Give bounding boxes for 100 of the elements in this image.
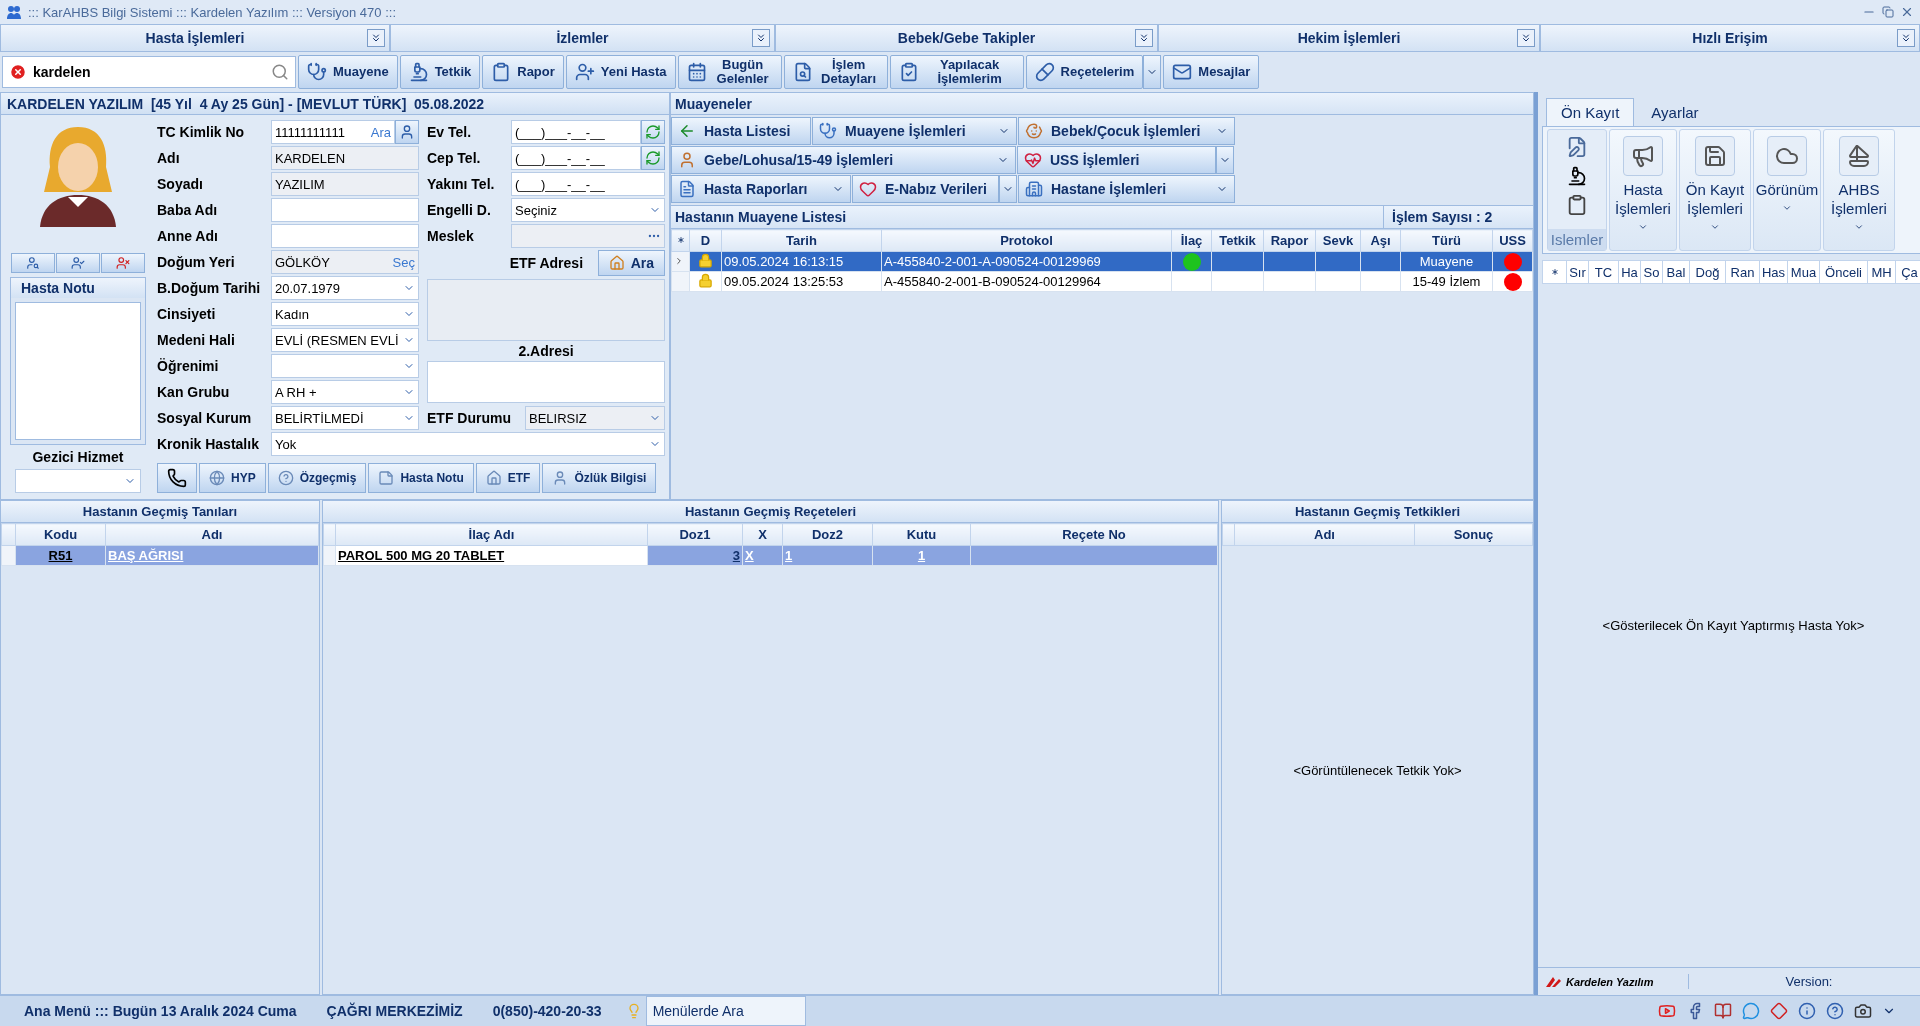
dropdown-arrow-button[interactable]	[1143, 55, 1162, 89]
restore-icon[interactable]	[1882, 6, 1894, 18]
menu-search-field[interactable]: Menülerde Ara	[645, 996, 806, 1026]
menu-header[interactable]: Hasta İşlemleri	[0, 24, 390, 52]
panel-button[interactable]: HYP	[199, 463, 266, 493]
dropdown-field[interactable]	[271, 354, 419, 378]
action-button[interactable]: USS İşlemleri	[1017, 146, 1216, 174]
dropdown-field[interactable]	[15, 469, 141, 493]
dropdown-button[interactable]: Muayene İşlemleri	[812, 117, 1017, 145]
dropdown-button[interactable]: Hastane İşlemleri	[1018, 175, 1235, 203]
dropdown-button[interactable]: Bebek/Çocuk İşlemleri	[1018, 117, 1235, 145]
expand-button[interactable]	[367, 29, 385, 47]
patient-card-button[interactable]	[395, 120, 419, 144]
search-field[interactable]: kardelen	[2, 56, 296, 88]
dropdown-field[interactable]: EVLİ (RESMEN EVLİ	[271, 328, 419, 352]
toolbar-button[interactable]: Bugün Gelenler	[677, 55, 782, 89]
dropdown-field[interactable]: A RH +	[271, 380, 419, 404]
toolbar-button[interactable]: İşlem Detayları	[783, 55, 888, 89]
ribbon-button[interactable]: AHBS İşlemleri	[1823, 129, 1895, 251]
panel-button[interactable]: ETF	[475, 463, 541, 493]
toolbar-button[interactable]: Mesajlar	[1163, 55, 1260, 89]
ribbon-button[interactable]: Görünüm	[1753, 129, 1821, 251]
toolbar-button[interactable]: Reçetelerim	[1025, 55, 1144, 89]
id-number-field[interactable]: 11111111111 Ara	[271, 120, 395, 144]
toolbar-button[interactable]: Muayene	[298, 55, 398, 89]
menu-header[interactable]: Bebek/Gebe Takipler	[775, 24, 1158, 52]
youtube-icon[interactable]	[1658, 1002, 1676, 1020]
sailboat-icon	[1847, 144, 1871, 168]
dropdown-arrow-button[interactable]	[999, 175, 1017, 203]
dropdown-field[interactable]: Kadın	[271, 302, 419, 326]
table-row[interactable]: 09.05.2024 13:25:53 A-455840-2-001-B-090524-00129964 15-49 İzlem	[671, 271, 1533, 292]
user-search-button[interactable]	[11, 253, 55, 273]
clipboard-icon[interactable]	[1566, 194, 1588, 216]
dropdown-button[interactable]: Hasta Raporları	[671, 175, 851, 203]
field-label: Engelli D.	[427, 202, 492, 218]
dropdown-button[interactable]: Gebe/Lohusa/15-49 İşlemleri	[671, 146, 1016, 174]
toolbar-button[interactable]: Rapor	[482, 55, 564, 89]
menu-header[interactable]: İzlemler	[390, 24, 775, 52]
toolbar-button[interactable]: Yapılacak İşlemlerim	[889, 55, 1024, 89]
dropdown-field[interactable]: BELIRSIZ	[525, 406, 665, 430]
phone-search-button[interactable]	[157, 463, 197, 493]
panel-button[interactable]: Hasta Notu	[368, 463, 474, 493]
toolbar-button[interactable]: Tetkik	[399, 55, 481, 89]
readonly-field[interactable]: YAZILIM	[271, 172, 419, 196]
edit-document-icon[interactable]	[1566, 136, 1588, 158]
panel-button[interactable]: Özgeçmiş	[267, 463, 367, 493]
book-icon[interactable]	[1714, 1002, 1732, 1020]
menu-header[interactable]: Hızlı Erişim	[1540, 24, 1920, 52]
user-remove-button[interactable]	[101, 253, 145, 273]
expand-button[interactable]	[752, 29, 770, 47]
action-button[interactable]: E-Nabız Verileri	[852, 175, 999, 203]
address-field[interactable]	[427, 279, 665, 341]
column-header: Doğ	[1690, 261, 1726, 283]
table-row[interactable]: R51 BAŞ AĞRISI	[1, 545, 319, 566]
panel-button[interactable]: Özlük Bilgisi	[542, 463, 657, 493]
text-field[interactable]	[271, 224, 419, 248]
tab[interactable]: Ön Kayıt	[1546, 98, 1635, 126]
report-icon	[678, 180, 696, 198]
readonly-field[interactable]: KARDELEN	[271, 146, 419, 170]
expand-button[interactable]	[1897, 29, 1915, 47]
table-row[interactable]: 09.05.2024 16:13:15 A-455840-2-001-A-090524-00129969 Muayene	[671, 251, 1533, 272]
readonly-field[interactable]: GÖLKÖY Seç	[271, 250, 419, 274]
phone-field[interactable]: (___)___-__-__	[511, 120, 641, 144]
text-field[interactable]	[271, 198, 419, 222]
new-row-icon	[675, 235, 686, 245]
field-label: Sosyal Kurum	[157, 410, 253, 426]
menu-header[interactable]: Hekim İşlemleri	[1158, 24, 1540, 52]
table-cell: 09.05.2024 16:13:15	[721, 251, 882, 272]
table-row[interactable]: PAROL 500 MG 20 TABLET 3 X 1 1	[323, 545, 1218, 566]
phone-field[interactable]: (___)___-__-__	[511, 172, 665, 196]
chat-icon[interactable]	[1742, 1002, 1760, 1020]
address-field[interactable]	[427, 361, 665, 403]
refresh-button[interactable]	[641, 146, 665, 170]
action-button[interactable]: Hasta Listesi	[671, 117, 811, 145]
expand-button[interactable]	[1517, 29, 1535, 47]
microscope-icon[interactable]	[1567, 166, 1587, 186]
help-icon[interactable]	[1826, 1002, 1844, 1020]
search-address-button[interactable]: Ara	[597, 250, 665, 276]
refresh-button[interactable]	[641, 120, 665, 144]
diamond-icon[interactable]	[1770, 1002, 1788, 1020]
ribbon-button[interactable]: Ön Kayıt İşlemleri	[1679, 129, 1751, 251]
phone-field[interactable]: (___)___-__-__	[511, 146, 641, 170]
info-icon[interactable]	[1798, 1002, 1816, 1020]
note-field[interactable]	[15, 302, 141, 440]
stethoscope-icon	[819, 122, 837, 140]
ribbon-button[interactable]: Hasta İşlemleri	[1609, 129, 1677, 251]
dropdown-field[interactable]: 20.07.1979	[271, 276, 419, 300]
dropdown-field[interactable]: BELİRTİLMEDİ	[271, 406, 419, 430]
dropdown-arrow-button[interactable]	[1216, 146, 1234, 174]
dropdown-field[interactable]: Yok	[271, 432, 665, 456]
select-link[interactable]: Seç	[392, 254, 415, 270]
picker-field[interactable]	[511, 224, 665, 248]
expand-button[interactable]	[1135, 29, 1153, 47]
dropdown-field[interactable]: Seçiniz	[511, 198, 665, 222]
search-link[interactable]: Ara	[370, 124, 391, 140]
user-check-button[interactable]	[56, 253, 100, 273]
close-icon[interactable]	[1900, 5, 1914, 19]
toolbar-button[interactable]: Yeni Hasta	[565, 55, 676, 89]
tab[interactable]: Ayarlar	[1636, 98, 1714, 126]
camera-icon[interactable]	[1854, 1002, 1872, 1020]
